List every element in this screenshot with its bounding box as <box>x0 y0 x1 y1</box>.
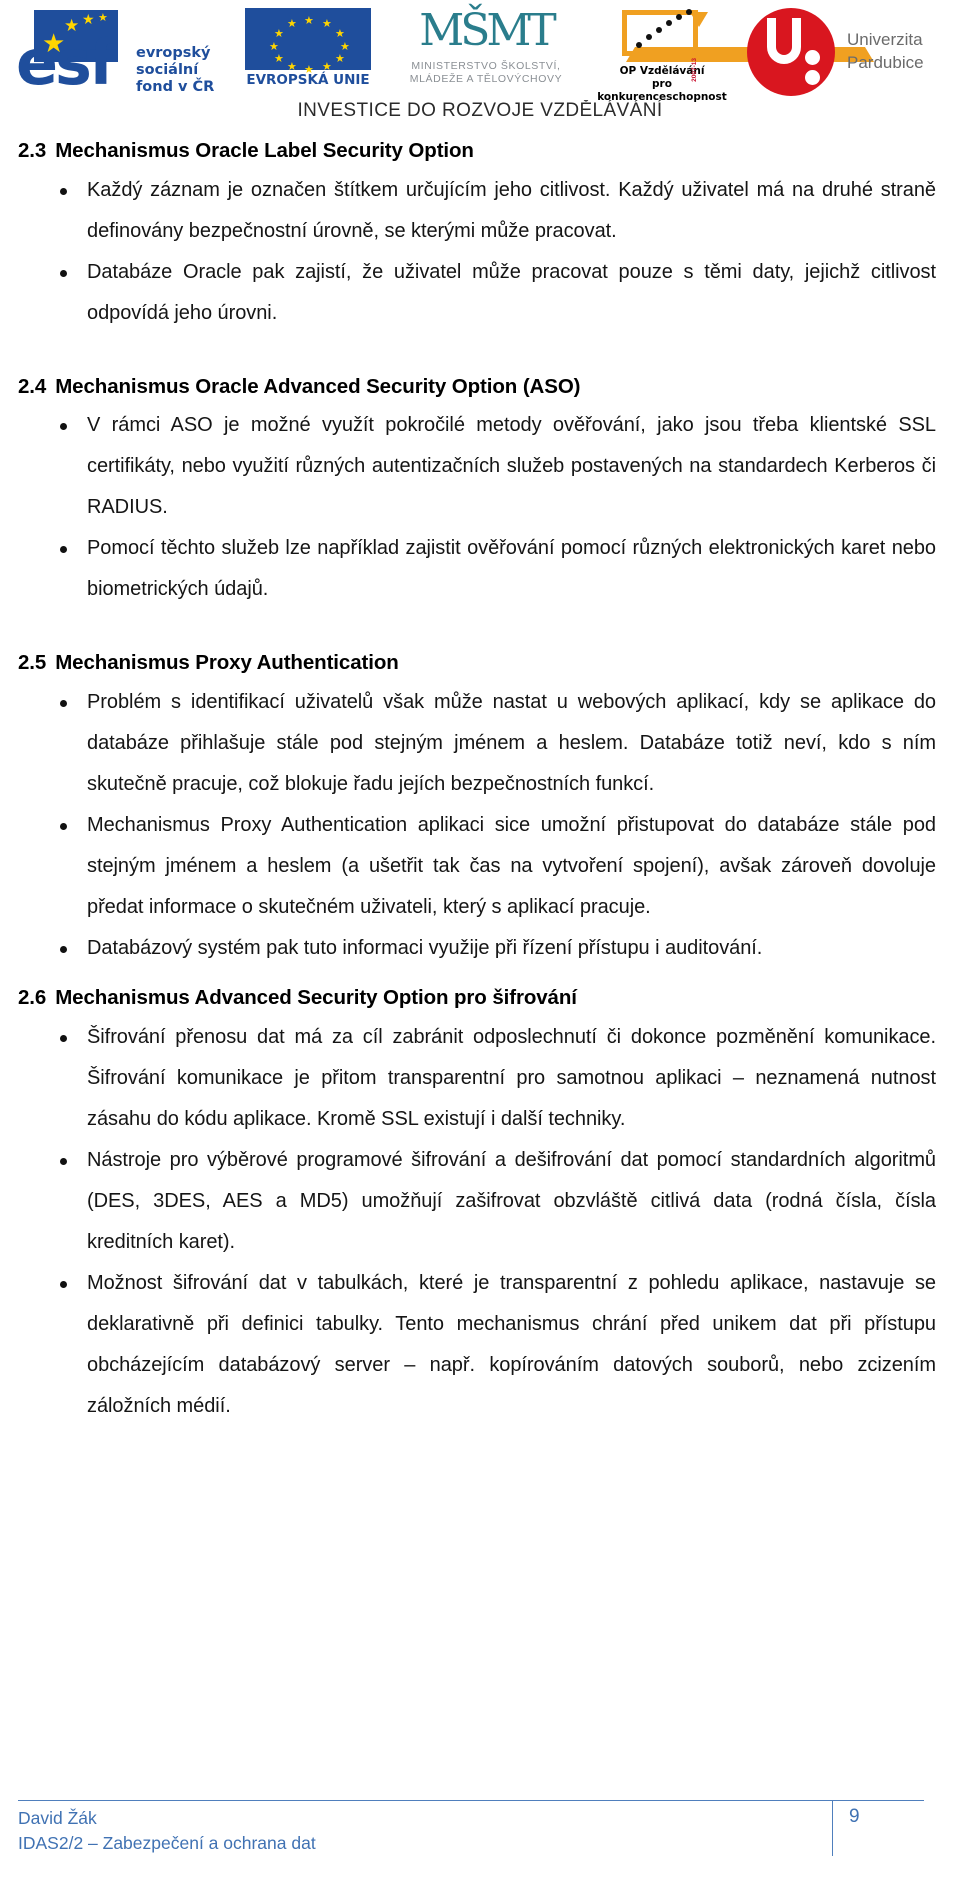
section-heading-2-6: 2.6 Mechanismus Advanced Security Option… <box>18 985 938 1011</box>
up-caption-line2: Pardubice <box>847 53 924 72</box>
esf-caption-line1: evropský <box>136 45 211 62</box>
footer-identity: David Žák IDAS2/2 – Zabezpečení a ochran… <box>18 1801 832 1856</box>
univerzita-pardubice-logo: Univerzita Pardubice <box>747 4 960 100</box>
eu-flag-icon: ★ ★ ★ ★ ★ ★ ★ ★ ★ ★ ★ ★ <box>245 8 371 76</box>
header-logo-band: ★ ★ ★ ★ esf evropský sociální fond v ČR … <box>0 0 960 103</box>
msmt-caption-line1: MINISTERSTVO ŠKOLSTVÍ, <box>411 60 561 72</box>
esf-logo: ★ ★ ★ ★ esf evropský sociální fond v ČR <box>16 4 221 100</box>
section-2-6-bullets: Šifrování přenosu dat má za cíl zabránit… <box>18 1017 938 1427</box>
esf-caption-line2: sociální <box>136 62 199 79</box>
op-year-mark: 2007-13 <box>691 58 698 82</box>
section-2-4-bullets: V rámci ASO je možné využít pokročilé me… <box>18 405 938 610</box>
list-item: Nástroje pro výběrové programové šifrová… <box>18 1140 938 1263</box>
esf-caption: evropský sociální fond v ČR <box>136 45 214 96</box>
section-heading-2-3: 2.3 Mechanismus Oracle Label Security Op… <box>18 138 938 164</box>
document-page: 2.3 Mechanismus Oracle Label Security Op… <box>0 138 960 1427</box>
esf-mark-icon: ★ ★ ★ ★ esf <box>16 8 134 100</box>
section-title-2-4: Mechanismus Oracle Advanced Security Opt… <box>55 374 581 398</box>
op-mark-icon: 2007-13 <box>610 6 874 82</box>
up-mark-icon <box>747 6 839 98</box>
list-item: Databázový systém pak tuto informaci vyu… <box>18 928 938 969</box>
up-caption: Univerzita Pardubice <box>847 29 924 75</box>
list-item: Problém s identifikací uživatelů však mů… <box>18 682 938 805</box>
up-dot-upper-icon <box>805 50 820 65</box>
esf-caption-line3: fond v ČR <box>136 79 215 96</box>
list-item: Každý záznam je označen štítkem určující… <box>18 170 938 252</box>
footer-page-number: 9 <box>832 1801 924 1856</box>
up-dot-lower-icon <box>805 70 820 85</box>
list-item: Možnost šifrování dat v tabulkách, které… <box>18 1263 938 1427</box>
section-title-2-5: Mechanismus Proxy Authentication <box>55 651 399 675</box>
msmt-caption: MINISTERSTVO ŠKOLSTVÍ, MLÁDEŽE A TĚLOVÝC… <box>391 60 581 86</box>
investment-banner-text: INVESTICE DO ROZVOJE VZDĚLÁVÁNÍ <box>297 100 663 121</box>
op-vzdelavani-logo: 2007-13 OP Vzdělávání pro konkurencescho… <box>587 4 874 103</box>
section-heading-2-5: 2.5 Mechanismus Proxy Authentication <box>18 650 938 676</box>
section-heading-2-4: 2.4 Mechanismus Oracle Advanced Security… <box>18 374 938 400</box>
section-number-2-5: 2.5 <box>18 651 47 675</box>
list-item: Databáze Oracle pak zajistí, že uživatel… <box>18 252 938 334</box>
page-footer: David Žák IDAS2/2 – Zabezpečení a ochran… <box>18 1800 924 1856</box>
section-title-2-3: Mechanismus Oracle Label Security Option <box>55 139 474 162</box>
op-caption: OP Vzdělávání pro konkurenceschopnost <box>587 65 737 104</box>
op-triangle-down-icon <box>690 12 708 27</box>
up-letter-u-icon <box>767 18 801 64</box>
msmt-logo: MŠMT MINISTERSTVO ŠKOLSTVÍ, MLÁDEŽE A TĚ… <box>391 4 581 100</box>
msmt-wordmark-icon: MŠMT <box>419 5 557 56</box>
esf-wordmark: esf <box>16 26 116 99</box>
section-2-3-bullets: Každý záznam je označen štítkem určující… <box>18 170 938 334</box>
list-item: V rámci ASO je možné využít pokročilé me… <box>18 405 938 528</box>
section-title-2-6: Mechanismus Advanced Security Option pro… <box>55 985 577 1009</box>
list-item: Mechanismus Proxy Authentication aplikac… <box>18 805 938 928</box>
section-number-2-6: 2.6 <box>18 985 47 1009</box>
msmt-caption-line2: MLÁDEŽE A TĚLOVÝCHOVY <box>409 73 563 86</box>
footer-author: David Žák <box>18 1808 97 1828</box>
footer-course: IDAS2/2 – Zabezpečení a ochrana dat <box>18 1832 316 1853</box>
european-union-logo: ★ ★ ★ ★ ★ ★ ★ ★ ★ ★ ★ ★ EVROPSKÁ UNIE <box>233 4 383 100</box>
list-item: Šifrování přenosu dat má za cíl zabránit… <box>18 1017 938 1140</box>
section-number-2-4: 2.4 <box>18 374 47 398</box>
section-2-5-bullets: Problém s identifikací uživatelů však mů… <box>18 682 938 969</box>
op-caption-line1: OP Vzdělávání <box>619 65 705 77</box>
section-number-2-3: 2.3 <box>18 139 47 162</box>
up-caption-line1: Univerzita <box>847 30 923 50</box>
list-item: Pomocí těchto služeb lze například zajis… <box>18 528 938 610</box>
